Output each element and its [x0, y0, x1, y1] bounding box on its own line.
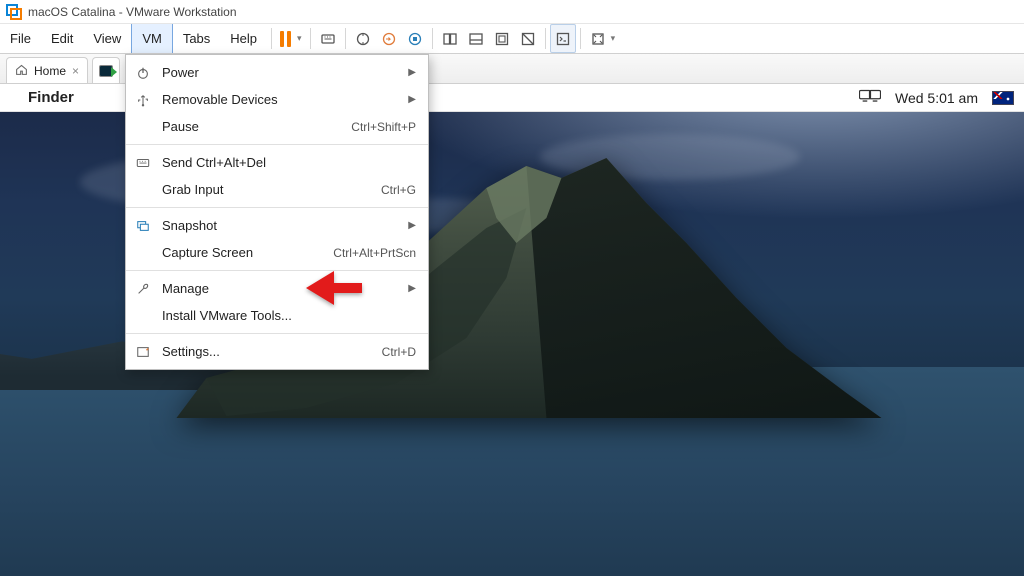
- close-icon[interactable]: ×: [72, 64, 79, 78]
- snapshot-revert-button[interactable]: [376, 24, 402, 53]
- snapshot-manager-button[interactable]: [402, 24, 428, 53]
- menu-item-power[interactable]: Power ▶: [126, 59, 428, 86]
- menu-item-label: Power: [162, 65, 398, 80]
- callout-arrow-icon: [306, 271, 362, 305]
- menu-tabs[interactable]: Tabs: [173, 24, 220, 53]
- send-cad-icon: [134, 156, 152, 170]
- app-menubar: File Edit View VM Tabs Help ▾ ▾: [0, 24, 1024, 54]
- pause-icon: [280, 31, 291, 47]
- settings-icon: [134, 345, 152, 359]
- menu-item-shortcut: Ctrl+G: [381, 183, 416, 197]
- menu-item-pause[interactable]: Pause Ctrl+Shift+P: [126, 113, 428, 140]
- vmware-logo-icon: [6, 4, 22, 20]
- power-icon: [134, 66, 152, 80]
- stretch-button[interactable]: [585, 24, 611, 53]
- fullscreen-button[interactable]: [489, 24, 515, 53]
- menu-item-label: Snapshot: [162, 218, 398, 233]
- chevron-right-icon: ▶: [408, 67, 416, 78]
- menu-item-shortcut: Ctrl+Alt+PrtScn: [333, 246, 416, 260]
- snapshot-icon: [134, 219, 152, 233]
- menu-divider: [126, 144, 428, 145]
- menu-item-label: Capture Screen: [162, 245, 323, 260]
- menu-divider: [126, 333, 428, 334]
- tab-home[interactable]: Home ×: [6, 57, 88, 83]
- menu-item-removable-devices[interactable]: Removable Devices ▶: [126, 86, 428, 113]
- menu-item-label: Install VMware Tools...: [162, 308, 416, 323]
- menu-item-manage[interactable]: Manage ▶: [126, 275, 428, 302]
- menu-item-send-ctrl-alt-del[interactable]: Send Ctrl+Alt+Del: [126, 149, 428, 176]
- toolbar-separator: [271, 28, 272, 49]
- menu-item-shortcut: Ctrl+Shift+P: [351, 120, 416, 134]
- menu-item-capture-screen[interactable]: Capture Screen Ctrl+Alt+PrtScn: [126, 239, 428, 266]
- menu-item-grab-input[interactable]: Grab Input Ctrl+G: [126, 176, 428, 203]
- menu-edit[interactable]: Edit: [41, 24, 83, 53]
- menu-item-label: Pause: [162, 119, 341, 134]
- tab-macos-catalina[interactable]: [92, 57, 120, 83]
- toolbar-separator: [345, 28, 346, 49]
- view-single-button[interactable]: [437, 24, 463, 53]
- wrench-icon: [134, 282, 152, 296]
- displays-icon[interactable]: [859, 88, 881, 107]
- window-titlebar: macOS Catalina - VMware Workstation: [0, 0, 1024, 24]
- menu-view[interactable]: View: [83, 24, 131, 53]
- toolbar-separator: [432, 28, 433, 49]
- toolbar-separator: [545, 28, 546, 49]
- chevron-right-icon: ▶: [408, 220, 416, 231]
- send-cad-button[interactable]: [315, 24, 341, 53]
- menu-file[interactable]: File: [0, 24, 41, 53]
- menu-help[interactable]: Help: [220, 24, 267, 53]
- menu-divider: [126, 207, 428, 208]
- toolbar-separator: [580, 28, 581, 49]
- snapshot-take-button[interactable]: [350, 24, 376, 53]
- window-title: macOS Catalina - VMware Workstation: [28, 5, 237, 19]
- flag-au-icon[interactable]: [992, 91, 1014, 105]
- toolbar-separator: [310, 28, 311, 49]
- tab-home-label: Home: [34, 64, 66, 78]
- menu-item-shortcut: Ctrl+D: [382, 345, 416, 359]
- usb-icon: [134, 93, 152, 107]
- menu-item-label: Grab Input: [162, 182, 371, 197]
- chevron-down-icon[interactable]: ▾: [611, 24, 622, 53]
- menu-item-install-vmware-tools[interactable]: Install VMware Tools...: [126, 302, 428, 329]
- chevron-right-icon: ▶: [408, 283, 416, 294]
- menu-item-label: Settings...: [162, 344, 372, 359]
- view-console-button[interactable]: [463, 24, 489, 53]
- home-icon: [15, 63, 28, 79]
- unity-button[interactable]: [515, 24, 541, 53]
- pause-vm-button[interactable]: ▾: [276, 24, 306, 53]
- menu-vm[interactable]: VM: [131, 24, 173, 53]
- guest-app-name[interactable]: Finder: [28, 89, 74, 106]
- menu-divider: [126, 270, 428, 271]
- menu-item-label: Send Ctrl+Alt+Del: [162, 155, 416, 170]
- menu-item-snapshot[interactable]: Snapshot ▶: [126, 212, 428, 239]
- menu-item-label: Removable Devices: [162, 92, 398, 107]
- console-view-button[interactable]: [550, 24, 576, 53]
- vm-menu-dropdown: Power ▶ Removable Devices ▶ Pause Ctrl+Shift+…: [125, 54, 429, 370]
- guest-clock[interactable]: Wed 5:01 am: [895, 90, 978, 106]
- vm-thumb-icon: [99, 65, 113, 77]
- chevron-right-icon: ▶: [408, 94, 416, 105]
- menu-item-label: Manage: [162, 281, 398, 296]
- menu-item-settings[interactable]: Settings... Ctrl+D: [126, 338, 428, 365]
- chevron-down-icon[interactable]: ▾: [297, 33, 302, 44]
